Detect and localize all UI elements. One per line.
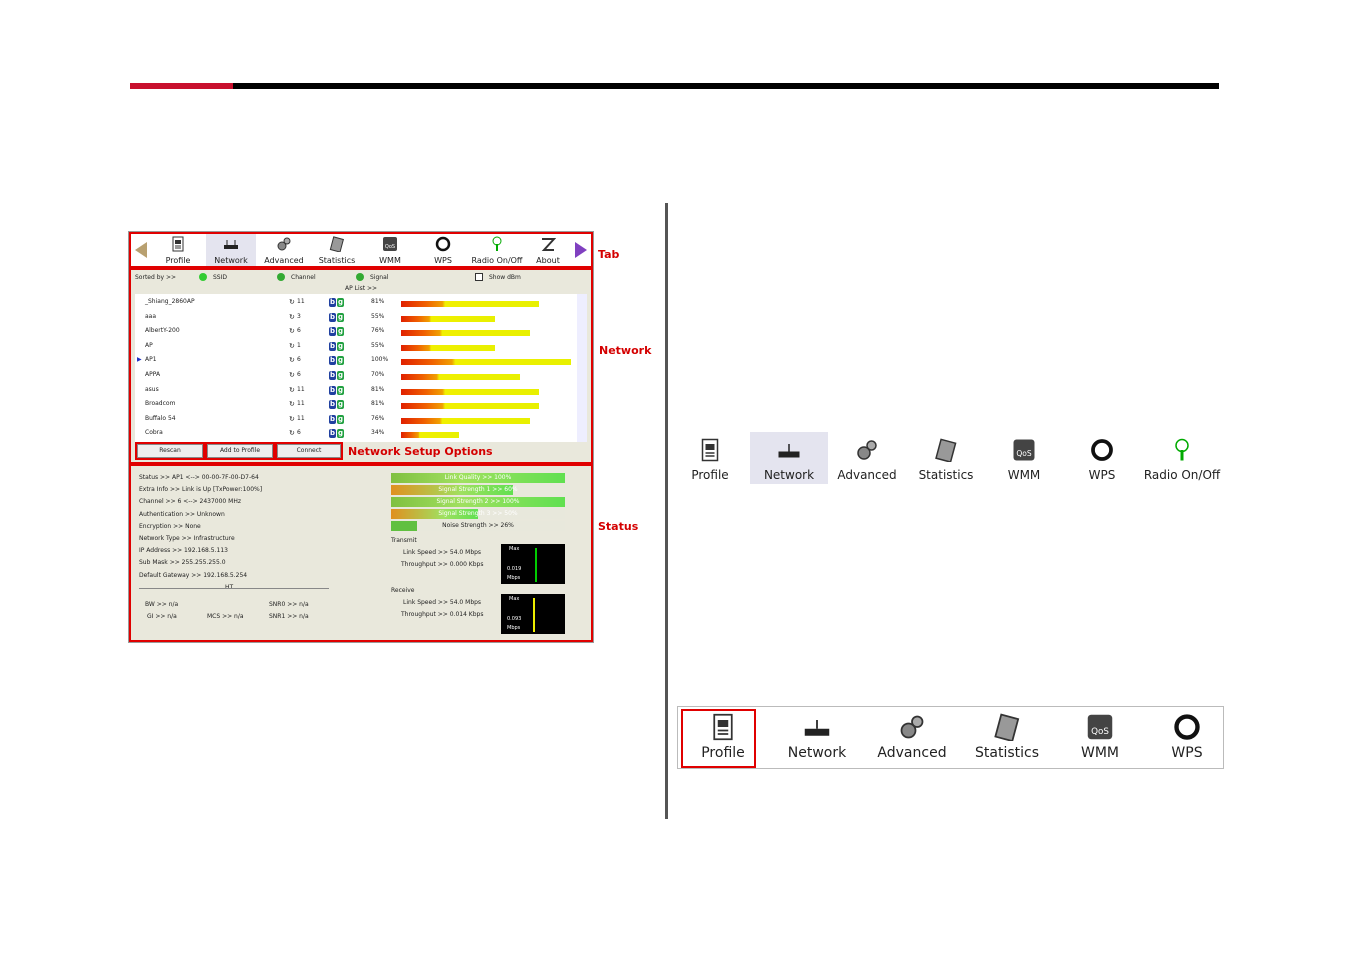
calculator-icon — [935, 438, 957, 462]
toolbar-profile-selected: Profile Network Advanced Statistics QoS … — [677, 706, 1224, 769]
router-icon — [778, 444, 800, 458]
toolbar1-advanced[interactable]: Advanced — [828, 432, 906, 484]
gears-icon — [900, 715, 924, 739]
utility-screenshot: Profile Network Advanced Statistics QoS … — [128, 231, 594, 643]
svg-text:QoS: QoS — [1016, 449, 1031, 458]
column-divider — [665, 203, 668, 819]
qos-icon: QoS — [1087, 714, 1113, 740]
gears-icon — [857, 440, 877, 460]
toolbar1-network[interactable]: Network — [750, 432, 828, 484]
toolbar2-network[interactable]: Network — [772, 707, 862, 767]
profile-highlight-box — [681, 709, 756, 768]
wps-icon — [1174, 714, 1200, 740]
annotation-status: Status — [598, 520, 639, 533]
toolbar1-wmm[interactable]: QoS WMM — [985, 432, 1063, 484]
toolbar2-wmm[interactable]: QoS WMM — [1055, 707, 1145, 767]
radio-icon — [1175, 438, 1189, 461]
header-black-bar — [233, 83, 1219, 89]
toolbar1-profile[interactable]: Profile — [671, 432, 749, 484]
annotation-tab: Tab — [598, 248, 620, 261]
qos-icon: QoS — [1013, 439, 1035, 461]
network-highlight-box — [129, 268, 593, 464]
toolbar1-wps[interactable]: WPS — [1063, 432, 1141, 484]
toolbar2-advanced[interactable]: Advanced — [867, 707, 957, 767]
toolbar2-wps[interactable]: WPS — [1150, 707, 1224, 767]
calculator-icon — [994, 713, 1020, 741]
toolbar1-statistics[interactable]: Statistics — [907, 432, 985, 484]
svg-text:QoS: QoS — [1091, 727, 1109, 737]
tab-highlight-box — [129, 232, 593, 268]
router-icon — [804, 720, 830, 736]
toolbar-full: Profile Network Advanced Statistics QoS … — [671, 432, 1231, 484]
annotation-network: Network — [599, 344, 652, 357]
toolbar2-statistics[interactable]: Statistics — [962, 707, 1052, 767]
toolbar1-radio[interactable]: Radio On/Off — [1137, 432, 1227, 484]
status-highlight-box — [129, 464, 593, 642]
header-red-bar — [130, 83, 233, 89]
wps-icon — [1091, 439, 1113, 461]
profile-icon — [701, 438, 719, 462]
